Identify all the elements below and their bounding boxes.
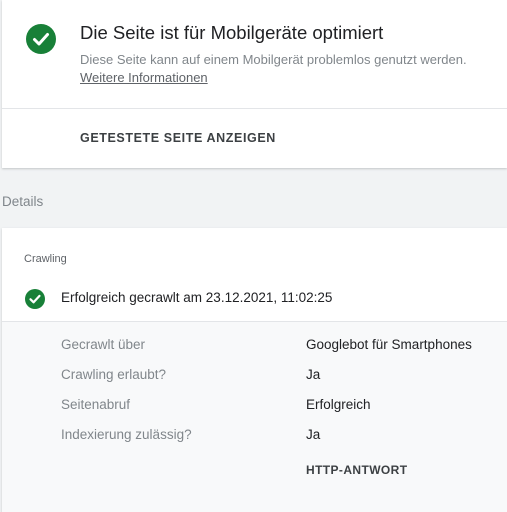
detail-label-page-fetch: Seitenabruf: [61, 397, 131, 412]
card-divider: [2, 108, 507, 109]
detail-value-indexing-allowed: Ja: [306, 427, 321, 442]
http-response-button[interactable]: HTTP-ANTWORT: [306, 463, 407, 477]
crawling-section-title: Crawling: [24, 253, 67, 265]
crawl-status-text: Erfolgreich gecrawlt am 23.12.2021, 11:0…: [61, 290, 333, 305]
crawling-card: Crawling Erfolgreich gecrawlt am 23.12.2…: [2, 228, 507, 512]
result-title: Die Seite ist für Mobilgeräte optimiert: [80, 22, 384, 43]
detail-value-page-fetch: Erfolgreich: [306, 397, 371, 412]
result-card: Die Seite ist für Mobilgeräte optimiert …: [2, 0, 507, 168]
learn-more-link[interactable]: Weitere Informationen: [80, 70, 208, 85]
check-circle-icon: [26, 24, 56, 54]
details-heading: Details: [2, 194, 44, 209]
result-description: Diese Seite kann auf einem Mobilgerät pr…: [80, 52, 467, 67]
detail-value-crawling-allowed: Ja: [306, 367, 321, 382]
check-circle-icon: [25, 289, 45, 309]
detail-label-crawled-via: Gecrawlt über: [61, 337, 146, 352]
detail-value-crawled-via: Googlebot für Smartphones: [306, 337, 472, 352]
detail-label-crawling-allowed: Crawling erlaubt?: [61, 367, 167, 382]
detail-label-indexing-allowed: Indexierung zulässig?: [61, 427, 192, 442]
view-tested-page-button[interactable]: GETESTETE SEITE ANZEIGEN: [80, 131, 276, 145]
crawl-details-table: Gecrawlt über Googlebot für Smartphones …: [2, 322, 507, 512]
